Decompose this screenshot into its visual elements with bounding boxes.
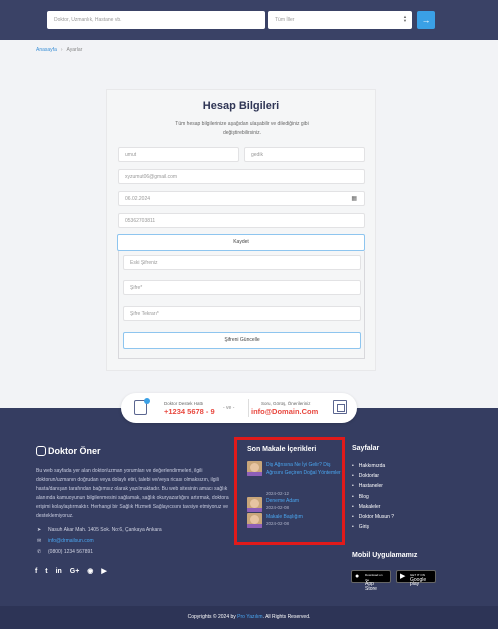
contact-bar: Doktor Destek Hattı +1234 5678 - 9 - ve …	[121, 393, 357, 423]
footer-email: ✉ info@drmailsun.com	[37, 538, 94, 544]
divider	[248, 399, 249, 417]
hotline-label: Doktor Destek Hattı	[164, 401, 204, 406]
search-input[interactable]: Doktor, Uzmanlık, Hastane vb.	[47, 11, 265, 29]
social-links: f t in G+ ◉ ▶	[35, 567, 113, 575]
birth-date-value: 06.02.2024	[125, 196, 151, 202]
phone-field[interactable]: 05362703811	[118, 213, 365, 228]
article-date: 2024-02-08	[266, 521, 290, 526]
new-password-field[interactable]: Şifre*	[123, 280, 361, 295]
feedback-email[interactable]: info@Domain.Com	[251, 407, 318, 416]
mobile-app-title: Mobil Uygulamamız	[352, 552, 418, 559]
page-link[interactable]: Giriş	[352, 524, 394, 534]
page-link[interactable]: Hakkımızda	[352, 463, 394, 473]
copyright-bar: Copyrights © 2024 by Pro Yazılım. All Ri…	[0, 606, 498, 629]
email-link[interactable]: info@drmailsun.com	[48, 538, 94, 544]
birth-date-field[interactable]: 06.02.2024 ▦	[118, 191, 365, 206]
page-link[interactable]: Makaleler	[352, 504, 394, 514]
calendar-icon[interactable]: ▦	[351, 195, 357, 202]
top-search-bar: Doktor, Uzmanlık, Hastane vb. Tüm İller …	[0, 0, 498, 40]
save-button[interactable]: Kaydet	[117, 234, 365, 251]
article-link[interactable]: Makale Başlığım	[266, 513, 344, 521]
pages-list: Hakkımızda Doktorlar Hastaneler Blog Mak…	[352, 463, 394, 534]
apple-icon: ●	[355, 573, 360, 580]
article-link[interactable]: Deneme Adam	[266, 497, 344, 505]
chevron-right-icon: ›	[60, 47, 63, 53]
logo-text: Doktor Öner	[48, 446, 101, 456]
page-link[interactable]: Doktor Musun ?	[352, 514, 394, 524]
article-date: 2024-02-12	[266, 491, 290, 496]
page-link[interactable]: Doktorlar	[352, 473, 394, 483]
account-info-card: Hesap Bilgileri Tüm hesap bilgilerinize …	[106, 89, 376, 371]
arrow-right-icon: →	[421, 15, 431, 25]
recent-articles-title: Son Makale İçerikleri	[247, 446, 317, 453]
footer-logo[interactable]: Doktor Öner	[36, 446, 101, 456]
hospital-icon	[333, 400, 347, 414]
search-button[interactable]: →	[417, 11, 435, 29]
page-subtitle: Tüm hesap bilgilerinize aşağıdan ulaşabi…	[175, 121, 309, 136]
address-text: Nasuh Akar Mah. 1405 Sok. No:6, Çankaya …	[48, 527, 162, 533]
app-store-text: App Store	[365, 581, 377, 592]
facebook-icon[interactable]: f	[35, 568, 37, 575]
rss-icon[interactable]: ◉	[87, 567, 93, 575]
support-phone-icon	[134, 398, 150, 415]
copyright-suffix: . All Rights Reserved.	[262, 614, 311, 620]
update-password-button[interactable]: Şifreni Güncelle	[123, 332, 361, 349]
breadcrumb-home-link[interactable]: Anasayfa	[36, 47, 57, 53]
twitter-icon[interactable]: t	[45, 568, 47, 575]
old-password-field[interactable]: Eski Şifreniz	[123, 255, 361, 270]
google-play-badge[interactable]: ▶ GET IT ON Google play	[396, 570, 436, 586]
last-name-field[interactable]: gedik	[244, 147, 365, 162]
article-thumbnail	[247, 513, 262, 528]
footer-phone: ✆ (0800) 1234 567891	[37, 549, 93, 555]
location-arrow-icon: ➤	[37, 527, 42, 533]
article-link[interactable]: Diş Ağrısına Ne İyi Gelir? Diş Ağrısını …	[266, 461, 344, 477]
page-link[interactable]: Blog	[352, 494, 394, 504]
article-date: 2024-02-08	[266, 505, 290, 510]
stethoscope-icon	[36, 446, 46, 456]
article-thumbnail	[247, 461, 262, 476]
copyright-prefix: Copyrights © 2024 by	[187, 614, 236, 620]
google-play-text: Google play	[410, 576, 427, 587]
page-title: Hesap Bilgileri	[202, 100, 280, 112]
or-separator: - ve -	[223, 405, 235, 411]
hotline-number[interactable]: +1234 5678 - 9	[164, 407, 215, 416]
google-plus-icon[interactable]: G+	[70, 568, 80, 575]
copyright-brand-link[interactable]: Pro Yazılım	[237, 614, 262, 620]
email-field[interactable]: xyzumut06@gmail.com	[118, 169, 365, 184]
breadcrumb: Anasayfa › Ayarlar	[36, 47, 82, 53]
city-select-label: Tüm İller	[275, 17, 295, 23]
app-store-badge[interactable]: ● Download on the App Store	[351, 570, 391, 591]
phone-icon: ✆	[37, 549, 42, 555]
pages-title: Sayfalar	[352, 445, 380, 452]
recent-articles: Son Makale İçerikleri Diş Ağrısına Ne İy…	[234, 437, 345, 545]
youtube-icon[interactable]: ▶	[101, 567, 106, 575]
page-link[interactable]: Hastaneler	[352, 483, 394, 493]
phone-text: (0800) 1234 567891	[48, 549, 94, 555]
footer-address: ➤ Nasuh Akar Mah. 1405 Sok. No:6, Çankaya…	[37, 527, 162, 533]
first-name-field[interactable]: umut	[118, 147, 239, 162]
repeat-password-field[interactable]: Şifre Tekrarı*	[123, 306, 361, 321]
feedback-label: Soru, Görüş, Önerileriniz	[261, 401, 311, 406]
select-arrows-icon: ▲ ▼	[403, 14, 407, 23]
footer-description: Bu web sayfada yer alan doktor/uzman yor…	[36, 468, 229, 519]
linkedin-icon[interactable]: in	[56, 568, 62, 575]
breadcrumb-current: Ayarlar	[66, 47, 83, 53]
footer: Doktor Öner Bu web sayfada yer alan dokt…	[0, 408, 498, 606]
article-thumbnail	[247, 497, 262, 512]
play-icon: ▶	[400, 573, 406, 580]
city-select[interactable]: Tüm İller ▲ ▼	[268, 11, 412, 29]
envelope-icon: ✉	[37, 538, 42, 544]
password-panel: Eski Şifreniz Şifre* Şifre Tekrarı* Şifr…	[118, 251, 365, 359]
